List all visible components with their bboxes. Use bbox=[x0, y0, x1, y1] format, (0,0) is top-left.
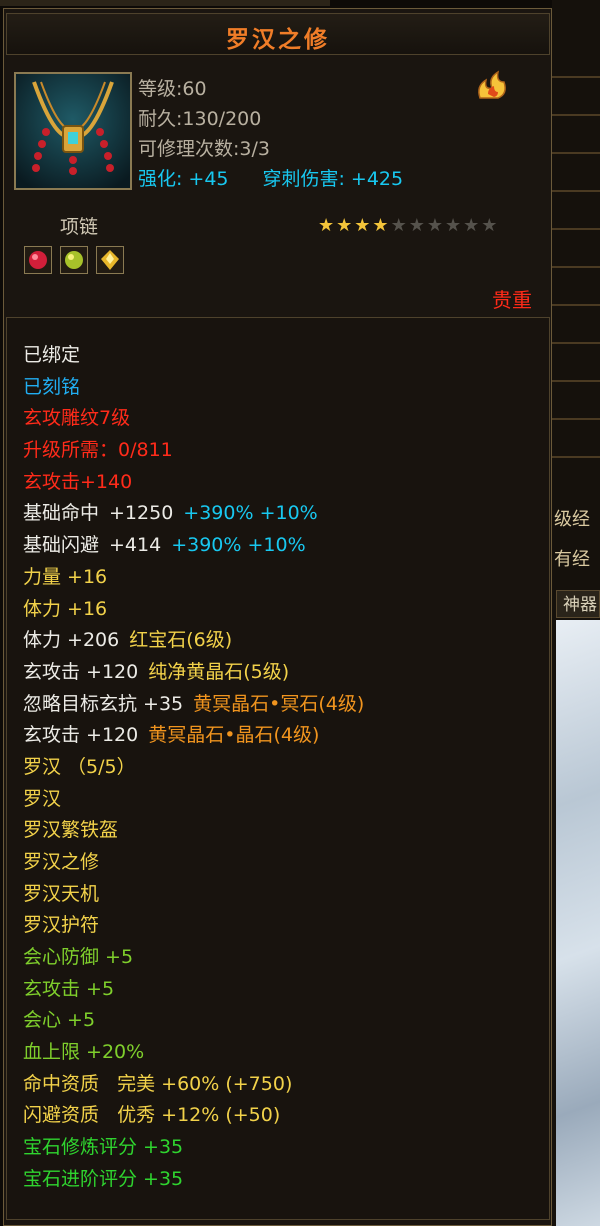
background-list-item: 级经 bbox=[554, 509, 590, 530]
set-item: 罗汉天机 bbox=[23, 883, 100, 905]
star-rating: ★ ★ ★ ★ ★ ★ ★ ★ ★ ★ bbox=[318, 216, 497, 236]
gem3-name: 黄冥晶石•冥石(4级) bbox=[193, 693, 365, 715]
pierce-label: 穿刺伤害: bbox=[262, 168, 345, 190]
top-tab-strip bbox=[0, 0, 330, 6]
background-scenery bbox=[556, 620, 600, 1226]
carving-level: 玄攻雕纹7级 bbox=[23, 407, 131, 429]
star-filled-icon: ★ bbox=[336, 215, 353, 236]
item-durability: 耐久:130/200 bbox=[138, 108, 262, 130]
dodge-label: 基础闪避 bbox=[23, 534, 100, 556]
green-gem-socket-icon bbox=[60, 246, 88, 274]
upgrade-requirement: 升级所需：0/811 bbox=[23, 439, 173, 461]
item-category: 项链 bbox=[60, 216, 99, 238]
rarity-label: 贵重 bbox=[492, 288, 532, 312]
star-filled-icon: ★ bbox=[318, 215, 335, 236]
pierce-value: +425 bbox=[350, 168, 404, 190]
gem-stat-4: 玄攻击 +120 黄冥晶石•晶石(4级) bbox=[23, 720, 319, 747]
item-repair-count: 可修理次数:3/3 bbox=[138, 138, 270, 160]
yellow-gem-socket-icon bbox=[96, 246, 124, 274]
set-item: 罗汉护符 bbox=[23, 914, 100, 936]
star-empty-icon: ★ bbox=[481, 215, 498, 236]
gem4-name: 黄冥晶石•晶石(4级) bbox=[148, 724, 320, 746]
bound-status: 已绑定 bbox=[23, 344, 81, 366]
gem-advance-score: 宝石进阶评分 +35 bbox=[23, 1168, 184, 1190]
item-title: 罗汉之修 bbox=[226, 27, 330, 53]
item-enhance-row: 强化: +45 穿刺伤害: +425 bbox=[138, 164, 403, 191]
gem-refine-score: 宝石修炼评分 +35 bbox=[23, 1136, 184, 1158]
dodge-aptitude: 闪避资质 优秀 +12% (+50) bbox=[23, 1104, 281, 1126]
hit-aptitude: 命中资质 完美 +60% (+750) bbox=[23, 1073, 293, 1095]
necklace-icon bbox=[16, 74, 130, 188]
set-item: 罗汉繁铁盔 bbox=[23, 819, 119, 841]
set-bonus: 血上限 +20% bbox=[23, 1041, 145, 1063]
star-empty-icon: ★ bbox=[444, 215, 462, 236]
tooltip-title-bar: 罗汉之修 bbox=[6, 13, 550, 55]
red-gem-socket-icon bbox=[24, 246, 52, 274]
star-empty-icon: ★ bbox=[463, 215, 480, 236]
item-level: 等级:60 bbox=[138, 78, 207, 100]
set-item: 罗汉之修 bbox=[23, 851, 100, 873]
set-bonus: 会心 +5 bbox=[23, 1009, 96, 1031]
item-icon bbox=[14, 72, 132, 190]
set-bonus: 玄攻击 +5 bbox=[23, 978, 115, 1000]
gem-stat-1: 体力 +206 红宝石(6级) bbox=[23, 625, 232, 652]
gem1-name: 红宝石(6级) bbox=[129, 629, 233, 651]
gem2-name: 纯净黄晶石(5级) bbox=[148, 661, 290, 683]
enhance-value: +45 bbox=[188, 168, 229, 190]
gem-stat-3: 忽略目标玄抗 +35 黄冥晶石•冥石(4级) bbox=[23, 689, 364, 716]
gem-stat-2: 玄攻击 +120 纯净黄晶石(5级) bbox=[23, 657, 289, 684]
base-dodge-stat: 基础闪避 +414 +390% +10% bbox=[23, 530, 306, 557]
base-hit-stat: 基础命中 +1250 +390% +10% bbox=[23, 498, 318, 525]
fire-badge-icon bbox=[474, 68, 510, 106]
engraved-status: 已刻铭 bbox=[23, 376, 81, 398]
star-filled-icon: ★ bbox=[372, 215, 389, 236]
background-tab-artifact[interactable]: 神器 bbox=[556, 590, 600, 618]
hit-base: +1250 bbox=[109, 502, 174, 524]
hit-bonus: +390% +10% bbox=[183, 502, 318, 524]
gem3-stat: 忽略目标玄抗 +35 bbox=[23, 693, 184, 715]
dodge-bonus: +390% +10% bbox=[171, 534, 306, 556]
star-empty-icon: ★ bbox=[408, 215, 425, 236]
enhance-label: 强化: bbox=[138, 168, 183, 190]
attribute-list: 已绑定 已刻铭 玄攻雕纹7级 升级所需：0/811 玄攻击+140 基础命中 +1… bbox=[6, 317, 550, 1220]
background-list-lines bbox=[552, 40, 600, 460]
star-empty-icon: ★ bbox=[390, 215, 407, 236]
hit-label: 基础命中 bbox=[23, 502, 100, 524]
xuan-attack-stat: 玄攻击+140 bbox=[23, 471, 133, 493]
background-list-item: 有经 bbox=[554, 549, 590, 570]
star-empty-icon: ★ bbox=[426, 215, 443, 236]
star-filled-icon: ★ bbox=[354, 215, 371, 236]
set-name: 罗汉 （5/5） bbox=[23, 756, 136, 778]
gem2-stat: 玄攻击 +120 bbox=[23, 661, 139, 683]
strength-stat: 力量 +16 bbox=[23, 566, 108, 588]
gem1-stat: 体力 +206 bbox=[23, 629, 120, 651]
set-item: 罗汉 bbox=[23, 788, 62, 810]
dodge-base: +414 bbox=[109, 534, 162, 556]
stamina-stat: 体力 +16 bbox=[23, 598, 108, 620]
set-bonus: 会心防御 +5 bbox=[23, 946, 134, 968]
gem4-stat: 玄攻击 +120 bbox=[23, 724, 139, 746]
